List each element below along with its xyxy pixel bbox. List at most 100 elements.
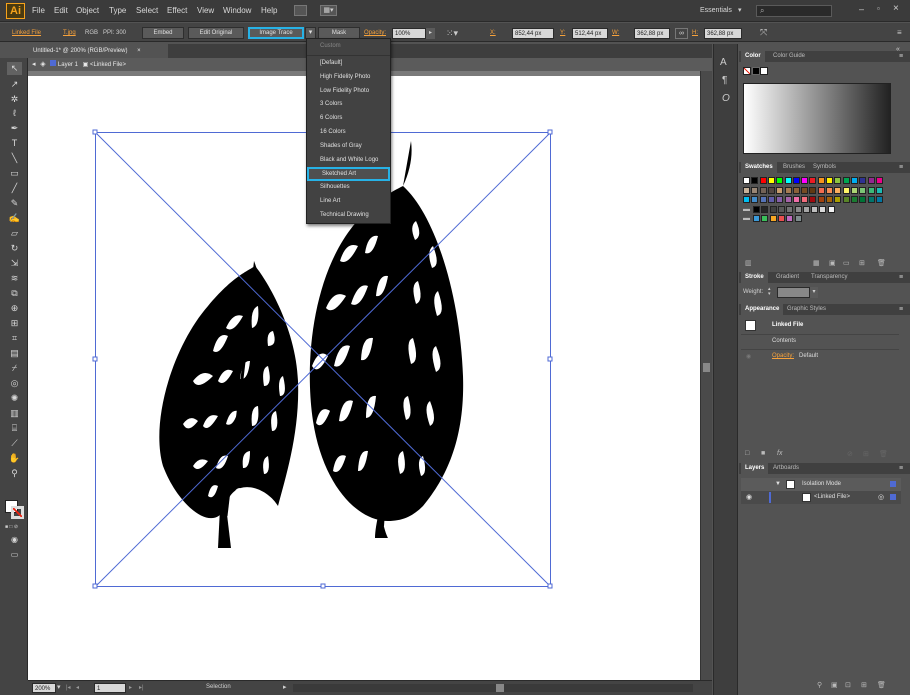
color-swatch[interactable] — [743, 177, 750, 184]
breadcrumb-linked-file[interactable]: <Linked File> — [90, 62, 126, 68]
preset-default[interactable]: [Default] — [307, 57, 390, 71]
color-swatch[interactable] — [777, 205, 785, 213]
paragraph-panel-icon[interactable]: ¶ — [722, 75, 727, 86]
maximize-icon[interactable]: ▫ — [877, 4, 880, 13]
color-swatch[interactable] — [801, 196, 809, 203]
vertical-scrollbar[interactable] — [700, 71, 712, 680]
tab-brushes[interactable]: Brushes — [779, 162, 809, 173]
pencil-icon[interactable]: ✎ — [7, 197, 22, 210]
color-swatch[interactable] — [767, 186, 775, 194]
new-layer-icon[interactable]: ⊞ — [861, 681, 867, 689]
bridge-icon[interactable] — [294, 5, 307, 16]
color-swatch[interactable] — [819, 205, 827, 213]
color-swatch[interactable] — [751, 186, 759, 194]
swatch-libraries-icon[interactable]: ▥ — [745, 259, 752, 267]
blend-tool-icon[interactable]: ◎ — [7, 377, 22, 390]
symbol-sprayer-icon[interactable]: ✺ — [7, 392, 22, 405]
color-swatch[interactable] — [834, 196, 842, 203]
preset-black-white-logo[interactable]: Black and White Logo — [307, 154, 390, 168]
add-fill-icon[interactable]: ■ — [761, 450, 765, 457]
color-swatch[interactable] — [809, 196, 817, 203]
color-swatch[interactable] — [817, 186, 825, 194]
swatch-options-icon[interactable]: ▣ — [829, 259, 836, 267]
hand-tool-icon[interactable]: ✋ — [7, 452, 22, 465]
tab-color[interactable]: Color — [741, 51, 765, 62]
color-mode-buttons[interactable]: ■ □ ⊘ — [5, 524, 23, 530]
color-swatch[interactable] — [875, 196, 883, 203]
tab-transparency[interactable]: Transparency — [807, 272, 851, 283]
color-swatch[interactable] — [811, 205, 819, 213]
opacity-dropdown-icon[interactable]: ▸ — [426, 28, 435, 39]
paintbrush-icon[interactable]: ╱ — [7, 182, 22, 195]
color-swatch[interactable] — [759, 177, 767, 184]
x-field[interactable]: 852,44 px — [512, 28, 554, 39]
arrange-documents-icon[interactable]: ▦▾ — [320, 5, 337, 16]
artboard-tool-icon[interactable]: ⌸ — [7, 422, 22, 435]
menu-select[interactable]: Select — [136, 6, 158, 15]
color-swatch[interactable] — [761, 215, 769, 222]
back-arrow-icon[interactable]: ◂ — [32, 61, 36, 68]
color-swatch[interactable] — [776, 177, 784, 184]
color-swatch[interactable] — [850, 177, 858, 184]
color-swatch[interactable] — [817, 177, 825, 184]
panel-menu-icon[interactable]: ≡ — [899, 51, 903, 62]
zoom-dropdown-icon[interactable]: ▾ — [57, 683, 61, 691]
tab-symbols[interactable]: Symbols — [809, 162, 840, 173]
direct-selection-tool-icon[interactable]: ↗ — [7, 78, 22, 91]
color-swatch[interactable] — [743, 186, 750, 194]
clear-appearance-icon[interactable]: ⊘ — [847, 450, 853, 458]
y-label[interactable]: Y: — [560, 30, 565, 36]
w-label[interactable]: W: — [612, 30, 619, 36]
menu-view[interactable]: View — [197, 6, 214, 15]
color-swatch[interactable] — [827, 205, 835, 213]
image-trace-button[interactable]: Image Trace — [248, 27, 304, 39]
h-label[interactable]: H: — [692, 30, 698, 36]
opentype-panel-icon[interactable]: O — [722, 93, 730, 104]
color-swatch[interactable] — [809, 177, 817, 184]
color-swatch[interactable] — [753, 205, 760, 213]
color-swatch[interactable] — [753, 215, 760, 222]
color-swatch[interactable] — [801, 186, 809, 194]
delete-item-icon[interactable]: 🗑 — [879, 450, 888, 458]
color-swatch[interactable] — [859, 186, 867, 194]
tab-stroke[interactable]: Stroke — [741, 272, 768, 283]
next-artboard-icon[interactable]: ▸ — [129, 684, 132, 691]
pen-tool-icon[interactable]: ✒ — [7, 122, 22, 135]
type-tool-icon[interactable]: T — [7, 137, 22, 150]
make-clipping-mask-icon[interactable]: ▣ — [831, 681, 838, 689]
appearance-opacity-label[interactable]: Opacity: — [772, 353, 794, 359]
new-sublayer-icon[interactable]: ⊡ — [845, 681, 851, 689]
h-field[interactable]: 362,88 px — [704, 28, 742, 39]
control-panel-menu-icon[interactable]: ≡ — [897, 28, 902, 37]
color-swatch[interactable] — [751, 196, 759, 203]
menu-object[interactable]: Object — [76, 6, 99, 15]
magic-wand-icon[interactable]: ✲ — [7, 93, 22, 106]
eyedropper-icon[interactable]: ⌿ — [7, 362, 22, 375]
color-swatch[interactable] — [777, 215, 785, 222]
swatch-grid[interactable]: ▬ ▬ — [743, 177, 893, 237]
color-swatch[interactable] — [826, 177, 833, 184]
weight-field[interactable] — [777, 287, 810, 298]
preset-silhouettes[interactable]: Silhouettes — [307, 181, 390, 195]
color-swatch[interactable] — [875, 186, 883, 194]
eraser-icon[interactable]: ▱ — [7, 227, 22, 240]
color-swatch[interactable] — [867, 186, 875, 194]
delete-swatch-icon[interactable]: 🗑 — [877, 259, 886, 267]
visibility-eye-icon[interactable]: ◉ — [746, 353, 751, 360]
close-tab-icon[interactable]: × — [137, 48, 141, 54]
draw-mode-icon[interactable]: ◉ — [7, 533, 22, 546]
color-swatch[interactable] — [767, 177, 775, 184]
previous-artboard-icon[interactable]: ◂ — [76, 684, 79, 691]
scale-tool-icon[interactable]: ⇲ — [7, 257, 22, 270]
embed-button[interactable]: Embed — [142, 27, 184, 39]
file-name-link[interactable]: T.jpg — [63, 30, 76, 36]
mesh-tool-icon[interactable]: ⌗ — [7, 332, 22, 345]
preset-high-fidelity-photo[interactable]: High Fidelity Photo — [307, 71, 390, 85]
target-icon[interactable]: ◎ — [878, 491, 884, 504]
color-swatch[interactable] — [786, 215, 794, 222]
free-transform-icon[interactable]: ⧉ — [7, 287, 22, 300]
color-swatch[interactable] — [875, 177, 883, 184]
color-swatch[interactable] — [751, 177, 759, 184]
locate-object-icon[interactable]: ⚲ — [817, 681, 822, 689]
color-swatch[interactable] — [769, 215, 777, 222]
